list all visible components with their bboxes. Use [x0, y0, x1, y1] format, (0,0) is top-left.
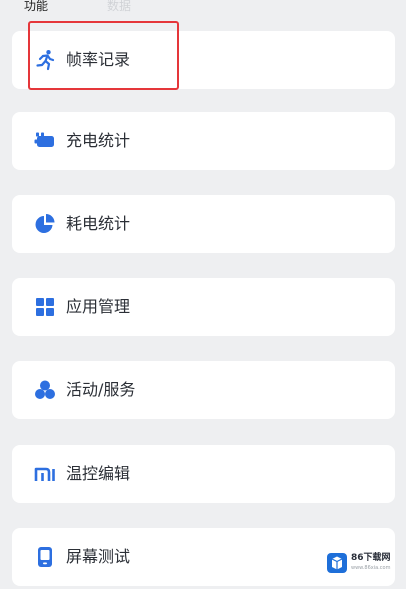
watermark-url: www.86xia.com	[351, 565, 391, 571]
menu-item-label: 充电统计	[66, 131, 131, 150]
menu-item-label: 帧率记录	[66, 50, 131, 69]
menu-item-power-usage-stats[interactable]: 耗电统计	[12, 195, 395, 253]
menu-item-app-management[interactable]: 应用管理	[12, 278, 395, 336]
menu-item-label: 应用管理	[66, 297, 131, 316]
menu-item-label: 屏幕测试	[66, 547, 131, 566]
three-circles-icon	[35, 380, 55, 399]
download-site-logo-icon	[327, 553, 347, 573]
menu-item-thermal-control-editor[interactable]: 温控编辑	[12, 445, 395, 503]
pie-chart-icon	[35, 214, 55, 233]
menu-item-label: 温控编辑	[66, 464, 131, 483]
menu-item-charging-stats[interactable]: 充电统计	[12, 112, 395, 170]
mi-logo-icon	[34, 467, 55, 481]
phone-screen-icon	[38, 547, 52, 567]
site-watermark: 86下载网 www.86xia.com	[327, 552, 397, 576]
top-tab-bar: 功能 数据	[0, 0, 406, 14]
menu-item-activities-services[interactable]: 活动/服务	[12, 361, 395, 419]
tab-features[interactable]: 功能	[24, 0, 48, 14]
watermark-brand: 86下载网	[351, 553, 391, 563]
running-person-icon	[36, 50, 55, 71]
menu-item-frame-rate-log[interactable]: 帧率记录	[12, 31, 395, 89]
tab-data[interactable]: 数据	[107, 0, 131, 14]
grid-apps-icon	[36, 298, 54, 316]
battery-charge-icon	[34, 132, 54, 147]
menu-item-label: 活动/服务	[66, 380, 136, 399]
menu-item-label: 耗电统计	[66, 214, 131, 233]
